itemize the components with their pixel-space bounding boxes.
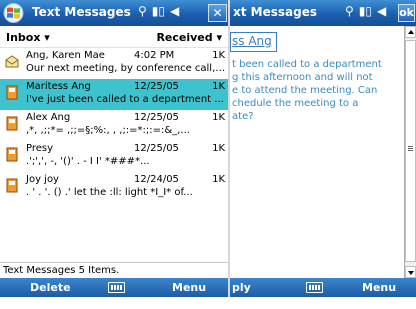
app-title: xt Messages bbox=[233, 5, 317, 19]
message-size: 1K bbox=[212, 50, 225, 61]
scrollbar[interactable] bbox=[404, 26, 416, 278]
signal-icon[interactable]: ▮▯ bbox=[359, 4, 372, 18]
message-date: 12/24/05 bbox=[134, 174, 179, 185]
message-list: Ang, Karen Mae 4:02 PM 1K Our next meeti… bbox=[0, 48, 230, 260]
inbox-window: Text Messages ⚲ ▮▯ ◀ ✕ Inbox ▾ Received ▾ … bbox=[0, 0, 230, 297]
message-sender: Ang, Karen Mae bbox=[26, 50, 105, 61]
menu-softkey[interactable]: Menu bbox=[172, 281, 206, 294]
phone-msg-icon bbox=[6, 116, 18, 131]
message-preview: I've just been called to a department ..… bbox=[26, 94, 224, 105]
list-item[interactable]: Joy joy 12/24/05 1K . ' . '. () .' let t… bbox=[0, 172, 230, 203]
message-body: t been called to a department g this aft… bbox=[232, 59, 382, 122]
item-count-status: Text Messages 5 Items. bbox=[0, 262, 230, 278]
message-preview: . ' . '. () .' let the :ll: light *I_I* … bbox=[26, 187, 193, 198]
envelope-open-icon bbox=[5, 55, 19, 68]
antenna-icon[interactable]: ⚲ bbox=[345, 4, 354, 18]
message-view-window: xt Messages ⚲ ▮▯ ◀ ok ss Ang t been called… bbox=[230, 0, 416, 297]
reply-softkey[interactable]: ply bbox=[232, 281, 251, 294]
sender-link[interactable]: ss Ang bbox=[230, 30, 400, 52]
status-icons[interactable]: ⚲ ▮▯ ◀ bbox=[345, 4, 391, 18]
message-size: 1K bbox=[212, 112, 225, 123]
softkey-bar: Delete Menu bbox=[0, 278, 230, 297]
message-date: 12/25/05 bbox=[134, 112, 179, 123]
list-item[interactable]: Ang, Karen Mae 4:02 PM 1K Our next meeti… bbox=[0, 48, 230, 79]
ok-button[interactable]: ok bbox=[398, 4, 415, 22]
message-size: 1K bbox=[212, 81, 225, 92]
signal-icon[interactable]: ▮▯ bbox=[152, 4, 165, 18]
message-sender: Presy bbox=[26, 143, 54, 154]
message-size: 1K bbox=[212, 143, 225, 154]
speaker-icon[interactable]: ◀ bbox=[377, 4, 386, 18]
menu-softkey[interactable]: Menu bbox=[362, 281, 396, 294]
message-preview: ,*, ,;;*= ,;;=§;%:, , ,;:=*:;:=:&_,... bbox=[26, 125, 190, 136]
folder-dropdown[interactable]: Inbox ▾ bbox=[6, 31, 50, 44]
close-button[interactable]: ✕ bbox=[208, 4, 227, 22]
message-date: 4:02 PM bbox=[134, 50, 175, 61]
message-sender: Joy joy bbox=[26, 174, 59, 185]
message-date: 12/25/05 bbox=[134, 143, 179, 154]
speaker-icon[interactable]: ◀ bbox=[170, 4, 179, 18]
app-title: Text Messages bbox=[32, 5, 131, 19]
phone-msg-icon bbox=[6, 147, 18, 162]
list-item[interactable]: Alex Ang 12/25/05 1K ,*, ,;;*= ,;;=§;%:,… bbox=[0, 110, 230, 141]
list-item-selected[interactable]: Maritess Ang 12/25/05 1K I've just been … bbox=[0, 79, 230, 110]
message-preview: .';',', -, '()' . - I I' *###*... bbox=[26, 156, 150, 167]
keyboard-icon[interactable] bbox=[306, 282, 323, 293]
message-sender: Maritess Ang bbox=[26, 81, 91, 92]
list-item[interactable]: Presy 12/25/05 1K .';',', -, '()' . - I … bbox=[0, 141, 230, 172]
softkey-bar: ply Menu bbox=[230, 278, 416, 297]
scroll-thumb[interactable] bbox=[405, 40, 416, 262]
status-icons[interactable]: ⚲ ▮▯ ◀ bbox=[138, 4, 184, 18]
message-date: 12/25/05 bbox=[134, 81, 179, 92]
antenna-icon[interactable]: ⚲ bbox=[138, 4, 147, 18]
message-size: 1K bbox=[212, 174, 225, 185]
scroll-down-icon[interactable] bbox=[405, 266, 416, 278]
title-bar: Text Messages ⚲ ▮▯ ◀ ✕ bbox=[0, 0, 230, 26]
phone-msg-icon bbox=[6, 178, 18, 193]
sender-name[interactable]: ss Ang bbox=[232, 34, 272, 48]
sort-dropdown[interactable]: Received ▾ bbox=[156, 31, 222, 44]
delete-softkey[interactable]: Delete bbox=[30, 281, 71, 294]
keyboard-icon[interactable] bbox=[108, 282, 125, 293]
windows-start-icon[interactable] bbox=[3, 3, 24, 23]
bottom-margin bbox=[0, 297, 416, 309]
message-preview: Our next meeting, by conference call, ..… bbox=[26, 63, 226, 74]
list-header: Inbox ▾ Received ▾ bbox=[0, 26, 230, 48]
title-bar: xt Messages ⚲ ▮▯ ◀ ok bbox=[230, 0, 416, 26]
scroll-up-icon[interactable] bbox=[405, 26, 416, 38]
phone-msg-icon bbox=[6, 85, 18, 100]
message-sender: Alex Ang bbox=[26, 112, 71, 123]
